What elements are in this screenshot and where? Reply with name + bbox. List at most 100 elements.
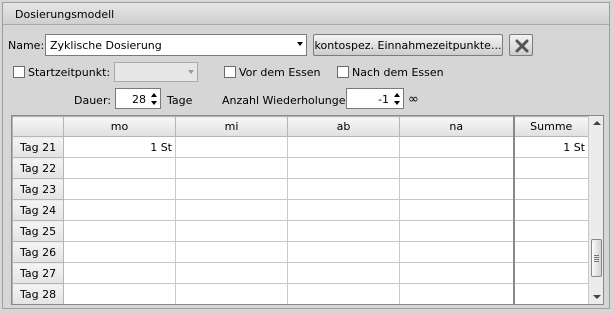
table-row: Tag 22 <box>12 157 589 179</box>
cell-mo[interactable]: 1 St <box>63 136 176 158</box>
cell-na[interactable] <box>399 262 514 284</box>
cell-sum <box>512 262 589 284</box>
name-label: Name: <box>8 39 45 52</box>
cell-na[interactable] <box>399 157 514 179</box>
corner-header <box>12 116 64 137</box>
grip-line <box>594 261 599 262</box>
table-row: Tag 26 <box>12 241 589 263</box>
after-meal-checkbox[interactable] <box>337 66 349 78</box>
name-dropdown-value: Zyklische Dosierung <box>50 39 162 52</box>
repeat-value: -1 <box>378 93 389 106</box>
row-header[interactable]: Tag 24 <box>12 199 64 221</box>
cell-sum <box>512 157 589 179</box>
column-header-sum[interactable]: Summe <box>512 116 589 137</box>
cell-sum: 1 St <box>512 136 589 158</box>
cell-ab[interactable] <box>287 157 400 179</box>
scroll-down-icon[interactable] <box>593 295 601 299</box>
grid-header-row: mo mi ab na Summe <box>12 116 589 137</box>
cell-sum <box>512 199 589 221</box>
scroll-thumb[interactable] <box>591 239 602 277</box>
column-header-mo[interactable]: mo <box>63 116 176 137</box>
cell-mo[interactable] <box>63 157 176 179</box>
dosage-grid: mo mi ab na Summe Tag 21 1 St 1 St Tag 2… <box>11 115 604 305</box>
spin-down-icon[interactable] <box>394 101 400 105</box>
panel-title: Dosierungsmodell <box>15 8 115 21</box>
cell-ab[interactable] <box>287 241 400 263</box>
account-intake-times-label: kontospez. Einnahmezeitpunkte... <box>314 39 502 52</box>
start-time-label: Startzeitpunkt: <box>28 66 111 79</box>
cell-na[interactable] <box>399 178 514 200</box>
cell-ab[interactable] <box>287 262 400 284</box>
row-header[interactable]: Tag 27 <box>12 262 64 284</box>
column-header-mi[interactable]: mi <box>175 116 288 137</box>
cell-mi[interactable] <box>175 136 288 158</box>
duration-unit: Tage <box>167 94 193 107</box>
cell-mi[interactable] <box>175 283 288 304</box>
column-header-ab[interactable]: ab <box>287 116 400 137</box>
cell-mo[interactable] <box>63 199 176 221</box>
grip-line <box>594 259 599 260</box>
start-time-checkbox[interactable] <box>13 66 25 78</box>
cell-mo[interactable] <box>63 262 176 284</box>
panel-header: Dosierungsmodell <box>3 3 609 25</box>
cell-mi[interactable] <box>175 262 288 284</box>
cell-mo[interactable] <box>63 178 176 200</box>
table-row: Tag 27 <box>12 262 589 284</box>
row-header[interactable]: Tag 28 <box>12 283 64 304</box>
cell-mo[interactable] <box>63 241 176 263</box>
row-header[interactable]: Tag 22 <box>12 157 64 179</box>
cell-mi[interactable] <box>175 199 288 221</box>
before-meal-label: Vor dem Essen <box>239 66 321 79</box>
cell-na[interactable] <box>399 241 514 263</box>
grip-line <box>594 257 599 258</box>
spin-up-icon[interactable] <box>151 93 157 97</box>
cell-na[interactable] <box>399 220 514 242</box>
cell-mi[interactable] <box>175 178 288 200</box>
close-icon <box>515 39 529 53</box>
repeat-label: Anzahl Wiederholungen: <box>222 94 357 107</box>
repeat-spinner[interactable]: -1 <box>346 88 404 109</box>
cell-mo[interactable] <box>63 283 176 304</box>
cell-ab[interactable] <box>287 220 400 242</box>
after-meal-label: Nach dem Essen <box>352 66 444 79</box>
cell-mi[interactable] <box>175 157 288 179</box>
row-header[interactable]: Tag 26 <box>12 241 64 263</box>
duration-value: 28 <box>132 93 146 106</box>
column-header-na[interactable]: na <box>399 116 514 137</box>
clear-button[interactable] <box>509 34 533 56</box>
start-time-dropdown[interactable] <box>114 62 198 82</box>
before-meal-checkbox[interactable] <box>224 66 236 78</box>
chevron-down-icon <box>297 42 303 46</box>
dosage-table: mo mi ab na Summe Tag 21 1 St 1 St Tag 2… <box>12 116 589 304</box>
row-header[interactable]: Tag 23 <box>12 178 64 200</box>
cell-sum <box>512 283 589 304</box>
account-intake-times-button[interactable]: kontospez. Einnahmezeitpunkte... <box>313 34 503 56</box>
cell-ab[interactable] <box>287 199 400 221</box>
scroll-up-icon[interactable] <box>593 121 601 125</box>
name-dropdown[interactable]: Zyklische Dosierung <box>45 34 307 56</box>
table-row: Tag 28 <box>12 283 589 304</box>
cell-na[interactable] <box>399 283 514 304</box>
cell-ab[interactable] <box>287 178 400 200</box>
row-header[interactable]: Tag 21 <box>12 136 64 158</box>
infinity-symbol: ∞ <box>408 92 419 107</box>
cell-na[interactable] <box>399 136 514 158</box>
row-header[interactable]: Tag 25 <box>12 220 64 242</box>
vertical-scrollbar[interactable] <box>588 116 603 304</box>
cell-sum <box>512 241 589 263</box>
dosage-model-panel: Dosierungsmodell Name: Zyklische Dosieru… <box>2 2 610 309</box>
spin-up-icon[interactable] <box>394 93 400 97</box>
duration-spinner[interactable]: 28 <box>115 88 161 109</box>
cell-ab[interactable] <box>287 283 400 304</box>
cell-na[interactable] <box>399 199 514 221</box>
cell-mo[interactable] <box>63 220 176 242</box>
spin-down-icon[interactable] <box>151 101 157 105</box>
cell-mi[interactable] <box>175 220 288 242</box>
cell-mi[interactable] <box>175 241 288 263</box>
cell-sum <box>512 178 589 200</box>
cell-sum <box>512 220 589 242</box>
grip-line <box>594 255 599 256</box>
cell-ab[interactable] <box>287 136 400 158</box>
table-row: Tag 23 <box>12 178 589 200</box>
table-row: Tag 24 <box>12 199 589 221</box>
